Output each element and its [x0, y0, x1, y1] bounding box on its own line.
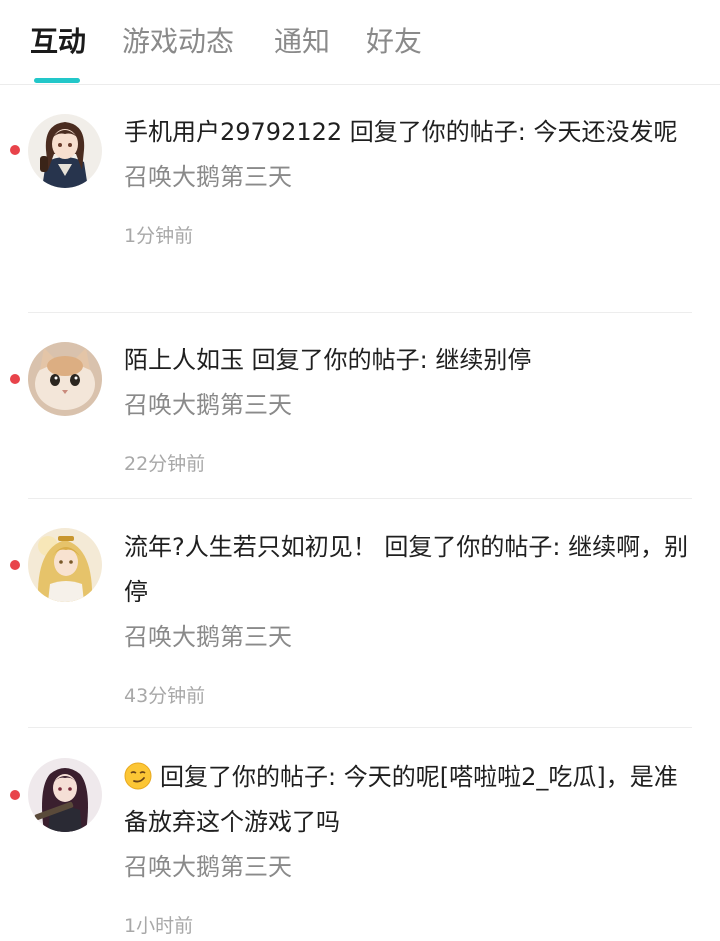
unread-dot — [10, 560, 20, 570]
game-name[interactable]: 召唤大鹅第三天 — [124, 157, 696, 197]
username[interactable]: 手机用户29792122 — [124, 118, 342, 146]
reply-action: 回复了你的帖子: — [251, 346, 428, 374]
smirk-emoji-icon — [124, 762, 152, 790]
unread-dot — [10, 790, 20, 800]
divider — [28, 498, 692, 499]
tab-interaction[interactable]: 互动 — [30, 22, 86, 62]
reply-text: 继续别停 — [435, 346, 532, 374]
cat-avatar-icon — [28, 342, 102, 416]
anime-girl-avatar-icon — [28, 114, 102, 188]
reply-message[interactable]: 手机用户29792122 回复了你的帖子: 今天还没发呢 — [124, 110, 696, 155]
divider — [28, 312, 692, 313]
item-content: 陌上人如玉 回复了你的帖子: 继续别停 召唤大鹅第三天 22分钟前 — [124, 338, 696, 479]
reply-message[interactable]: 回复了你的帖子: 今天的呢[嗒啦啦2_吃瓜]，是准备放弃这个游戏了吗 — [124, 755, 696, 845]
username[interactable]: 流年?人生若只如初见！ — [124, 533, 377, 561]
game-name[interactable]: 召唤大鹅第三天 — [124, 847, 696, 887]
reply-text: 今天还没发呢 — [533, 118, 678, 146]
avatar[interactable] — [28, 528, 102, 602]
blonde-girl-avatar-icon — [28, 528, 102, 602]
avatar[interactable] — [28, 342, 102, 416]
timestamp: 1分钟前 — [124, 225, 194, 247]
tab-bar: 互动 游戏动态 通知 好友 — [0, 0, 720, 85]
divider — [28, 727, 692, 728]
reply-action: 回复了你的帖子: — [349, 118, 526, 146]
reply-message[interactable]: 陌上人如玉 回复了你的帖子: 继续别停 — [124, 338, 696, 383]
reply-action: 回复了你的帖子: — [160, 763, 337, 791]
tab-notices[interactable]: 通知 — [274, 22, 330, 62]
game-name[interactable]: 召唤大鹅第三天 — [124, 617, 696, 657]
timestamp: 22分钟前 — [124, 453, 206, 475]
username[interactable]: 陌上人如玉 — [124, 346, 244, 374]
tab-friends[interactable]: 好友 — [366, 22, 422, 62]
active-tab-indicator — [34, 78, 80, 83]
item-content: 手机用户29792122 回复了你的帖子: 今天还没发呢 召唤大鹅第三天 1分钟… — [124, 110, 696, 251]
item-content: 回复了你的帖子: 今天的呢[嗒啦啦2_吃瓜]，是准备放弃这个游戏了吗 召唤大鹅第… — [124, 755, 696, 941]
unread-dot — [10, 374, 20, 384]
dark-hair-girl-avatar-icon — [28, 758, 102, 832]
reply-action: 回复了你的帖子: — [384, 533, 561, 561]
timestamp: 1小时前 — [124, 915, 194, 937]
avatar[interactable] — [28, 758, 102, 832]
avatar[interactable] — [28, 114, 102, 188]
unread-dot — [10, 145, 20, 155]
item-content: 流年?人生若只如初见！ 回复了你的帖子: 继续啊，别停 召唤大鹅第三天 43分钟… — [124, 525, 696, 711]
tab-game-news[interactable]: 游戏动态 — [122, 22, 234, 62]
timestamp: 43分钟前 — [124, 685, 206, 707]
reply-message[interactable]: 流年?人生若只如初见！ 回复了你的帖子: 继续啊，别停 — [124, 525, 696, 615]
game-name[interactable]: 召唤大鹅第三天 — [124, 385, 696, 425]
